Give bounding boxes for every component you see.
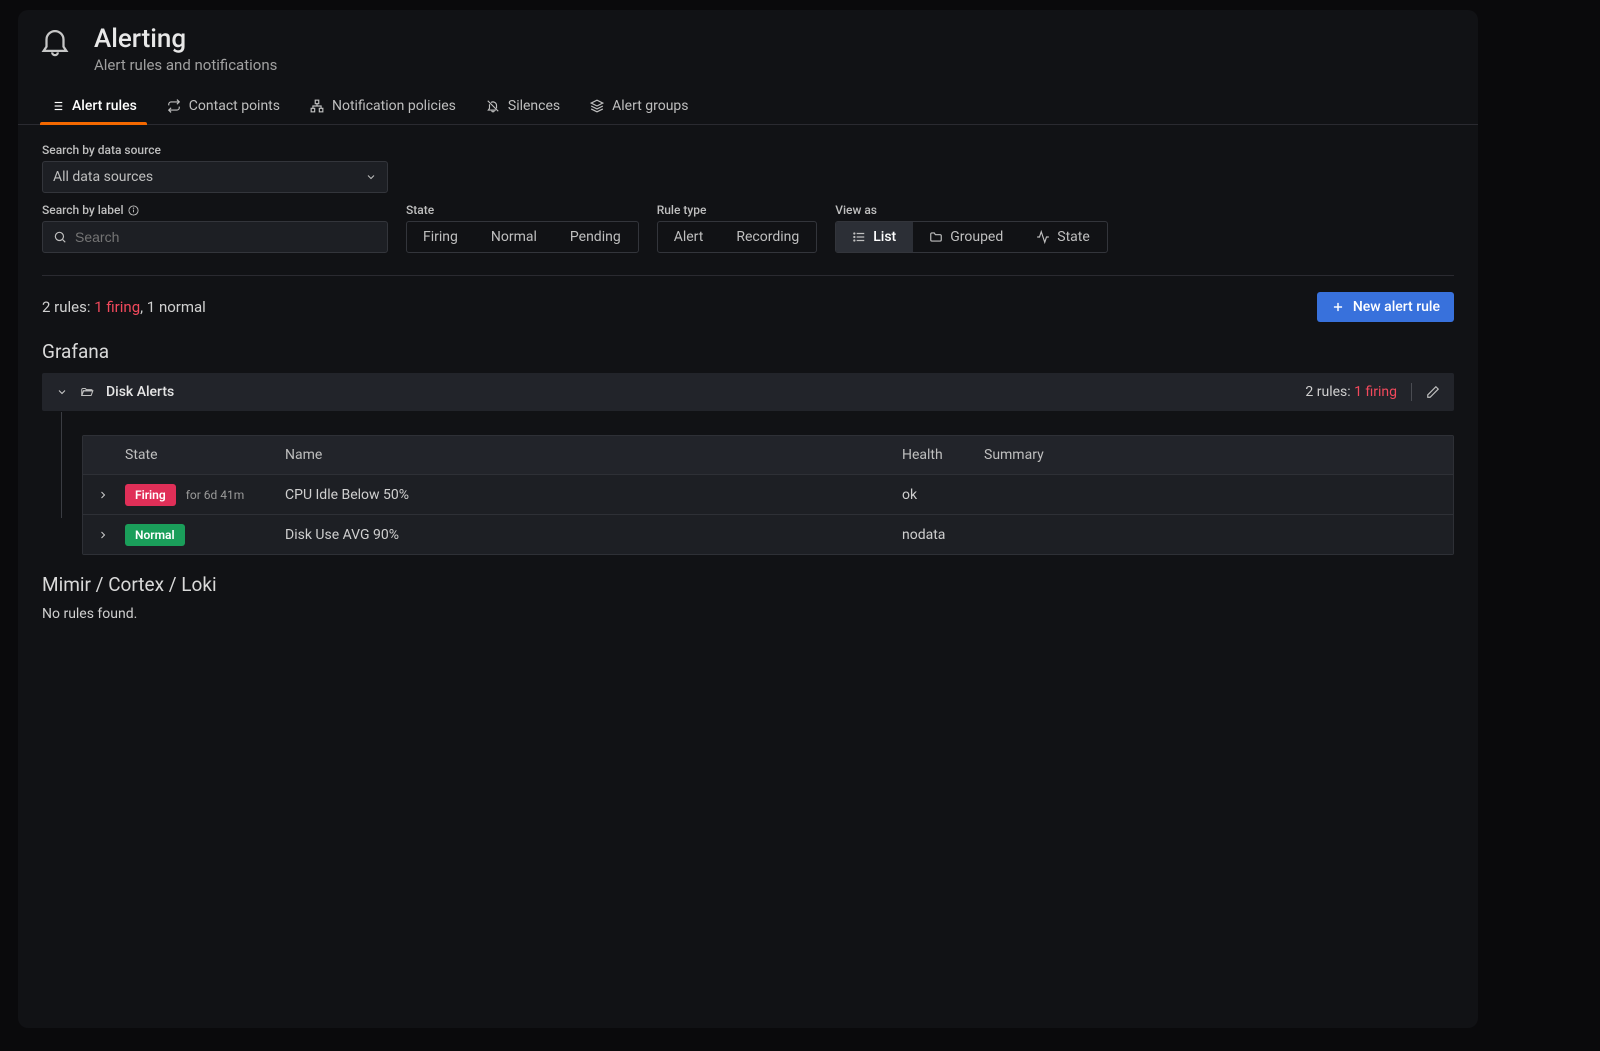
search-icon: [53, 230, 67, 244]
ruletype-field: Rule type Alert Recording: [657, 203, 818, 253]
viewas-list[interactable]: List: [836, 222, 913, 252]
datasource-field: Search by data source All data sources: [42, 143, 1454, 193]
page-title: Alerting: [94, 24, 277, 54]
rule-name: Disk Use AVG 90%: [285, 527, 902, 543]
separator: [1411, 383, 1412, 401]
alerting-page: Alerting Alert rules and notifications A…: [18, 10, 1478, 1028]
state-firing[interactable]: Firing: [407, 222, 475, 252]
table-row[interactable]: Normal Disk Use AVG 90% nodata: [83, 514, 1453, 554]
tab-label: Alert rules: [72, 98, 137, 114]
bell-icon: [38, 24, 72, 62]
ruletype-label: Rule type: [657, 203, 818, 217]
col-state: State: [125, 447, 285, 463]
page-header: Alerting Alert rules and notifications: [18, 10, 1478, 78]
state-badge: Normal: [125, 524, 185, 546]
tab-label: Contact points: [189, 98, 280, 114]
chevron-down-icon[interactable]: [56, 386, 68, 398]
list-icon: [50, 99, 64, 113]
state-field: State Firing Normal Pending: [406, 203, 639, 253]
col-summary: Summary: [984, 447, 1439, 463]
search-label: Search by label: [42, 203, 388, 217]
filters-row: Search by label State Firing Normal Pend…: [42, 203, 1454, 253]
list-icon: [852, 230, 866, 244]
mimir-section-title: Mimir / Cortex / Loki: [42, 573, 1454, 596]
folder-open-icon: [80, 385, 94, 399]
state-badge: Firing: [125, 484, 176, 506]
page-subtitle: Alert rules and notifications: [94, 56, 277, 74]
sitemap-icon: [310, 99, 324, 113]
datasource-label: Search by data source: [42, 143, 1454, 157]
datasource-value: All data sources: [53, 169, 153, 185]
viewas-grouped[interactable]: Grouped: [913, 222, 1020, 252]
new-alert-rule-button[interactable]: New alert rule: [1317, 292, 1454, 322]
state-label: State: [406, 203, 639, 217]
tab-label: Silences: [508, 98, 560, 114]
folder-bar[interactable]: Disk Alerts 2 rules: 1 firing: [42, 373, 1454, 411]
content: Search by data source All data sources S…: [18, 125, 1478, 640]
bell-slash-icon: [486, 99, 500, 113]
rule-name: CPU Idle Below 50%: [285, 487, 902, 503]
folder-right: 2 rules: 1 firing: [1305, 383, 1440, 401]
rules-table: State Name Health Summary Firing for 6d …: [82, 435, 1454, 555]
tabs: Alert rules Contact points Notification …: [18, 78, 1478, 125]
col-name: Name: [285, 447, 902, 463]
chevron-right-icon[interactable]: [97, 529, 109, 541]
tab-alert-groups[interactable]: Alert groups: [590, 92, 688, 124]
tab-label: Alert groups: [612, 98, 688, 114]
table-row[interactable]: Firing for 6d 41m CPU Idle Below 50% ok: [83, 474, 1453, 514]
viewas-group: List Grouped State: [835, 221, 1108, 253]
tab-alert-rules[interactable]: Alert rules: [50, 92, 137, 124]
divider: [42, 275, 1454, 276]
datasource-select[interactable]: All data sources: [42, 161, 388, 193]
search-input-wrap[interactable]: [42, 221, 388, 253]
grafana-section-title: Grafana: [42, 340, 1454, 363]
viewas-state[interactable]: State: [1020, 222, 1107, 252]
viewas-field: View as List Grouped State: [835, 203, 1108, 253]
pencil-icon[interactable]: [1426, 385, 1440, 399]
state-pending[interactable]: Pending: [554, 222, 638, 252]
arrows-icon: [167, 99, 181, 113]
table-header: State Name Health Summary: [83, 436, 1453, 474]
viewas-label: View as: [835, 203, 1108, 217]
folder-rules-text: 2 rules: 1 firing: [1305, 384, 1397, 400]
activity-icon: [1036, 230, 1050, 244]
tree-line: [61, 412, 62, 518]
ruletype-recording[interactable]: Recording: [720, 222, 816, 252]
summary-text: 2 rules: 1 firing, 1 normal: [42, 298, 206, 316]
state-normal[interactable]: Normal: [475, 222, 554, 252]
folder-name: Disk Alerts: [106, 384, 174, 400]
tab-label: Notification policies: [332, 98, 456, 114]
tab-silences[interactable]: Silences: [486, 92, 560, 124]
info-icon[interactable]: [128, 205, 139, 216]
tab-contact-points[interactable]: Contact points: [167, 92, 280, 124]
summary-row: 2 rules: 1 firing, 1 normal New alert ru…: [42, 292, 1454, 322]
layers-icon: [590, 99, 604, 113]
firing-count: 1 firing: [94, 298, 140, 316]
rule-health: nodata: [902, 527, 984, 543]
header-titles: Alerting Alert rules and notifications: [94, 24, 277, 74]
ruletype-alert[interactable]: Alert: [658, 222, 721, 252]
state-group: Firing Normal Pending: [406, 221, 639, 253]
folder-left: Disk Alerts: [56, 384, 174, 400]
search-input[interactable]: [75, 229, 377, 245]
plus-icon: [1331, 300, 1345, 314]
tab-notification-policies[interactable]: Notification policies: [310, 92, 456, 124]
chevron-right-icon[interactable]: [97, 489, 109, 501]
folder-icon: [929, 230, 943, 244]
duration-text: for 6d 41m: [186, 488, 245, 502]
chevron-down-icon: [365, 171, 377, 183]
ruletype-group: Alert Recording: [657, 221, 818, 253]
rule-health: ok: [902, 487, 984, 503]
search-field: Search by label: [42, 203, 388, 253]
no-rules-text: No rules found.: [42, 606, 1454, 622]
col-health: Health: [902, 447, 984, 463]
